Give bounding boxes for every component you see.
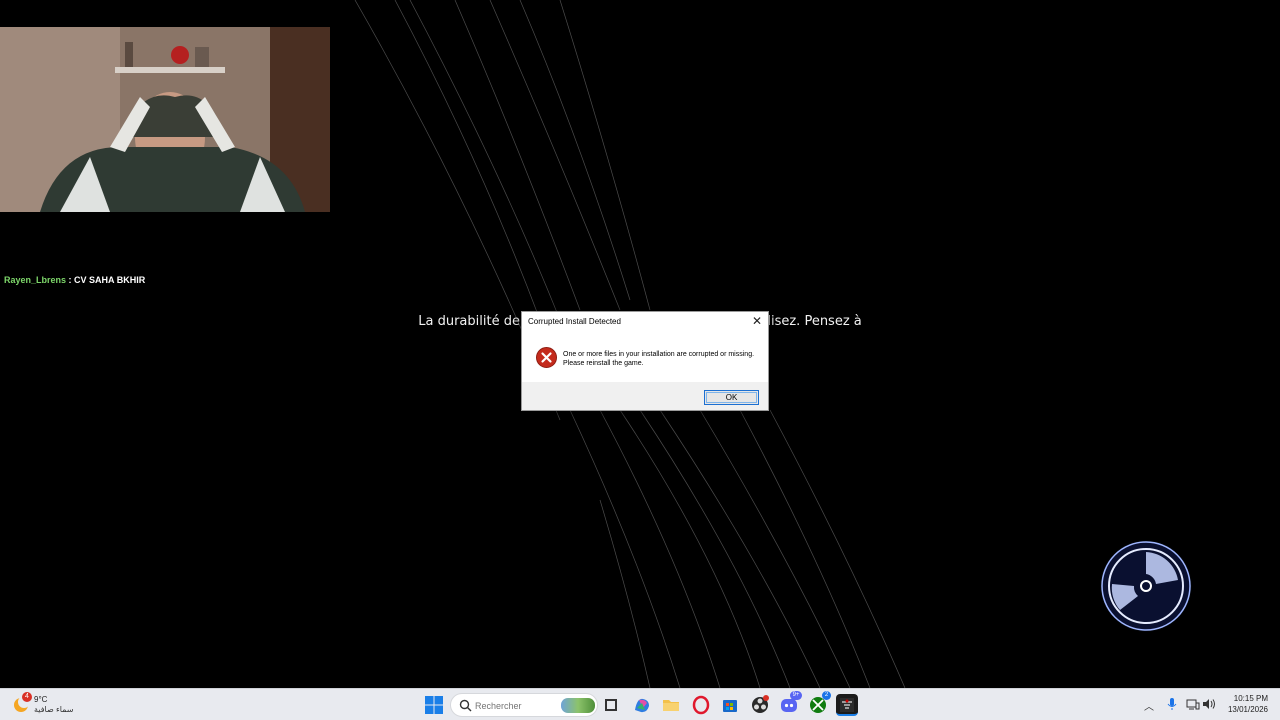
xbox-badge: 2	[822, 691, 831, 700]
search-input[interactable]	[475, 700, 555, 712]
search-highlight-image	[561, 698, 595, 713]
chat-separator: :	[66, 275, 75, 285]
dialog-title: Corrupted Install Detected	[528, 317, 621, 326]
game-icon[interactable]	[836, 694, 858, 716]
corrupted-install-dialog: Corrupted Install Detected ✕ One or more…	[521, 311, 769, 411]
dialog-footer: OK	[522, 382, 768, 410]
dialog-titlebar[interactable]: Corrupted Install Detected ✕	[522, 312, 768, 332]
weather-condition: سماء صافية	[34, 705, 74, 714]
obs-icon[interactable]	[749, 694, 771, 716]
discord-icon[interactable]: 9+	[778, 691, 802, 716]
close-icon[interactable]: ✕	[748, 313, 766, 330]
network-icon[interactable]	[1186, 698, 1200, 710]
chevron-up-icon[interactable]: ︿	[1144, 698, 1154, 713]
weather-alert-badge: 4	[22, 692, 32, 702]
ok-button[interactable]: OK	[704, 390, 759, 405]
chat-message: CV SAHA BKHIR	[74, 275, 146, 285]
clock-date[interactable]: 13/01/2026	[1228, 705, 1268, 714]
weather-widget[interactable]: 4 9°C سماء صافية	[10, 692, 90, 718]
webcam-overlay	[0, 27, 330, 212]
store-icon[interactable]	[719, 694, 741, 716]
search-icon	[459, 699, 472, 712]
folder-icon[interactable]	[660, 694, 682, 716]
weather-temperature: 9°C	[34, 695, 48, 704]
clock-time[interactable]: 10:15 PM	[1234, 694, 1268, 703]
discord-badge: 9+	[790, 691, 802, 700]
microphone-icon[interactable]	[1166, 697, 1178, 711]
windows-start-icon[interactable]	[424, 695, 444, 715]
dialog-message: One or more files in your installation a…	[563, 351, 755, 367]
taskbar-search[interactable]	[450, 693, 598, 717]
xbox-icon[interactable]: 2	[807, 691, 831, 716]
dialog-body: One or more files in your installation a…	[522, 332, 768, 382]
error-icon	[536, 347, 557, 368]
chat-username: Rayen_Lbrens	[4, 275, 67, 285]
volume-icon[interactable]	[1202, 698, 1216, 710]
opera-icon[interactable]	[690, 694, 712, 716]
webcam-feed-image	[0, 27, 330, 212]
task-view-icon[interactable]	[600, 694, 622, 716]
disc-loading-icon	[1100, 540, 1192, 632]
taskbar: 4 9°C سماء صافية Rechercher 9+ 2 ︿ 10:15…	[0, 688, 1280, 720]
desktop-screen: Rayen_Lbrens : CV SAHA BKHIR La durabili…	[0, 0, 1280, 720]
chat-line: Rayen_Lbrens : CV SAHA BKHIR	[4, 275, 145, 285]
copilot-icon[interactable]	[631, 694, 653, 716]
